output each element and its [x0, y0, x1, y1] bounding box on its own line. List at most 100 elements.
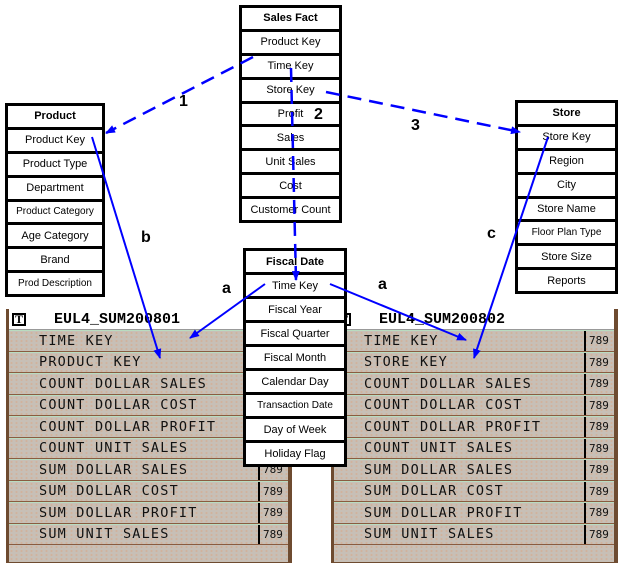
numeric-type-icon: 789 [584, 374, 614, 394]
column-name: SUM DOLLAR PROFIT [39, 504, 198, 521]
box-field: Transaction Date [246, 395, 344, 416]
column-name: TIME KEY [39, 332, 114, 349]
box-field: Profit [242, 103, 339, 125]
numeric-type-icon: 789 [584, 331, 614, 351]
column-name: COUNT DOLLAR COST [364, 397, 523, 414]
box-field: Floor Plan Type [518, 222, 615, 244]
table-empty-row [334, 545, 614, 562]
table-row: COUNT DOLLAR PROFIT 789 [334, 416, 614, 438]
box-field: City [518, 174, 615, 196]
box-field: Store Size [518, 246, 615, 268]
fiscal-date-box: Fiscal Date Time Key Fiscal Year Fiscal Qua… [243, 248, 347, 467]
table-row: TIME KEY 789 [334, 330, 614, 352]
numeric-type-icon: 789 [584, 503, 614, 523]
table-row: SUM UNIT SALES 789 [9, 523, 288, 545]
box-field: Store Key [242, 79, 339, 101]
column-name: TIME KEY [364, 332, 439, 349]
box-field: Sales [242, 127, 339, 149]
box-field: Day of Week [246, 419, 344, 440]
column-name: PRODUCT KEY [39, 354, 142, 371]
column-name: SUM DOLLAR SALES [39, 461, 189, 478]
numeric-type-icon: 789 [584, 417, 614, 437]
box-field: Product Category [8, 201, 102, 223]
numeric-type-icon: 789 [258, 481, 288, 501]
box-field: Brand [8, 249, 102, 271]
column-name: SUM UNIT SALES [39, 526, 170, 543]
summary-table-right: TEUL4_SUM200802TIME KEY789STORE KEY789CO… [331, 309, 618, 563]
box-field: Fiscal Year [246, 299, 344, 320]
table-row: SUM DOLLAR COST 789 [334, 480, 614, 502]
diagram: T EUL4_SUM200801 TIME KEY 789 PRODUCT KEY 789… [0, 0, 622, 567]
table-row: STORE KEY 789 [334, 351, 614, 373]
box-field: Calendar Day [246, 371, 344, 392]
box-field: Region [518, 150, 615, 172]
table-row: SUM UNIT SALES 789 [334, 523, 614, 545]
box-title: Product [8, 106, 102, 127]
box-title: Sales Fact [242, 8, 339, 29]
box-title: Fiscal Date [246, 251, 344, 272]
column-name: COUNT DOLLAR COST [39, 397, 198, 414]
column-name: SUM DOLLAR COST [39, 483, 179, 500]
box-field: Unit Sales [242, 151, 339, 173]
box-field: Customer Count [242, 199, 339, 221]
box-field: Reports [518, 270, 615, 291]
numeric-type-icon: 789 [584, 524, 614, 544]
box-field: Fiscal Quarter [246, 323, 344, 344]
label-b: b [141, 229, 151, 246]
numeric-type-icon: 789 [584, 460, 614, 480]
join-arrow-3 [325, 90, 521, 135]
box-field: Time Key [242, 55, 339, 77]
box-field: Fiscal Month [246, 347, 344, 368]
column-name: COUNT DOLLAR PROFIT [39, 418, 217, 435]
column-name: COUNT DOLLAR PROFIT [364, 418, 542, 435]
box-field: Product Type [8, 153, 102, 175]
numeric-type-icon: 789 [584, 352, 614, 372]
table-row: SUM DOLLAR PROFIT 789 [9, 502, 288, 524]
numeric-type-icon: 789 [258, 503, 288, 523]
table-title: EUL4_SUM200801 [54, 310, 181, 328]
box-field: Holiday Flag [246, 443, 344, 464]
label-a-left: a [222, 280, 231, 297]
box-title: Store [518, 103, 615, 124]
box-field: Store Key [518, 126, 615, 148]
box-field: Store Name [518, 198, 615, 220]
table-row: COUNT UNIT SALES 789 [334, 437, 614, 459]
label-3: 3 [411, 117, 420, 134]
table-title-bar: TEUL4_SUM200802 [334, 309, 614, 330]
column-name: COUNT DOLLAR SALES [364, 375, 532, 392]
label-1: 1 [179, 93, 188, 110]
box-field: Time Key [246, 275, 344, 296]
table-title: EUL4_SUM200802 [379, 310, 506, 328]
numeric-type-icon: 789 [584, 438, 614, 458]
table-row: SUM DOLLAR SALES 789 [334, 459, 614, 481]
column-name: SUM DOLLAR PROFIT [364, 504, 523, 521]
table-empty-row [9, 545, 288, 562]
label-c: c [487, 225, 496, 242]
numeric-type-icon: 789 [258, 524, 288, 544]
table-row: COUNT DOLLAR SALES 789 [334, 373, 614, 395]
table-row: SUM DOLLAR PROFIT 789 [334, 502, 614, 524]
label-a-right: a [378, 276, 387, 293]
sales-fact-box: Sales Fact Product Key Time Key Store Key Pr… [239, 5, 342, 223]
column-name: STORE KEY [364, 354, 448, 371]
store-box: Store Store Key Region City Store Name Floor … [515, 100, 618, 294]
column-name: COUNT UNIT SALES [364, 440, 514, 457]
box-field: Cost [242, 175, 339, 197]
box-field: Department [8, 177, 102, 199]
box-field: Product Key [8, 129, 102, 151]
column-name: SUM DOLLAR COST [364, 483, 504, 500]
table-row: COUNT DOLLAR COST 789 [334, 394, 614, 416]
box-field: Prod Description [8, 273, 102, 294]
box-field: Product Key [242, 31, 339, 53]
numeric-type-icon: 789 [584, 481, 614, 501]
product-box: Product Product Key Product Type Department… [5, 103, 105, 297]
label-2: 2 [314, 106, 323, 123]
column-name: SUM DOLLAR SALES [364, 461, 514, 478]
column-name: COUNT UNIT SALES [39, 440, 189, 457]
box-field: Age Category [8, 225, 102, 247]
table-row: SUM DOLLAR COST 789 [9, 480, 288, 502]
column-name: COUNT DOLLAR SALES [39, 375, 207, 392]
numeric-type-icon: 789 [584, 395, 614, 415]
table-icon: T [12, 312, 26, 326]
column-name: SUM UNIT SALES [364, 526, 495, 543]
